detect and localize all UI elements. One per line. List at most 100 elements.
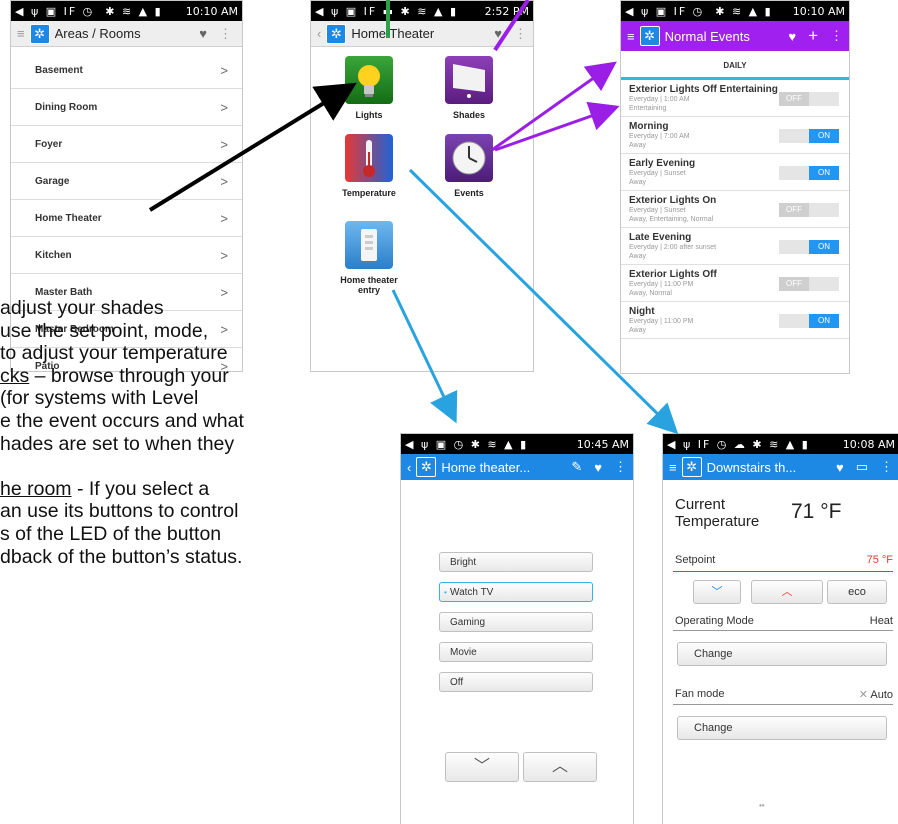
event-toggle[interactable]: ON <box>779 314 839 328</box>
event-row[interactable]: Night Everyday | 11:00 PM Away ON <box>621 302 849 339</box>
room-label: Master Bath <box>35 286 93 298</box>
line-text: s of the LED of the button <box>0 522 222 545</box>
overflow-menu-icon[interactable]: ⋮ <box>219 26 232 42</box>
event-toggle[interactable]: ON <box>779 129 839 143</box>
scene-button[interactable]: Off <box>439 672 593 692</box>
text-line: an use its buttons to control <box>0 500 385 523</box>
fan-mode-value: ✕ Auto <box>858 689 893 701</box>
text-line: s of the LED of the button <box>0 523 385 546</box>
overflow-menu-icon[interactable]: ⋮ <box>830 28 843 44</box>
tile-home-theater-entry[interactable]: Home theater entry <box>329 221 409 295</box>
fan-mode-change-button[interactable]: Change <box>677 716 887 740</box>
status-icons: ◀ ψ ▣ IF ▬ ✱ ≋ ▲ ▮ <box>315 4 458 18</box>
favorite-heart-icon[interactable]: ♥ <box>494 26 502 41</box>
room-row[interactable]: Dining Room > <box>11 89 242 126</box>
back-chevron-icon[interactable]: ‹ <box>407 460 411 475</box>
event-row[interactable]: Exterior Lights Off Everyday | 11:00 PM Aw… <box>621 265 849 302</box>
event-toggle[interactable]: ON <box>779 240 839 254</box>
room-row[interactable]: Basement > <box>11 52 242 89</box>
event-toggle[interactable]: ON <box>779 166 839 180</box>
event-row[interactable]: Exterior Lights On Everyday | Sunset Away,… <box>621 191 849 228</box>
tile-events[interactable]: Events <box>429 134 509 198</box>
text-line: use the set point, mode, <box>0 320 385 343</box>
back-chevron-icon[interactable]: ‹ <box>317 26 321 41</box>
thermostat-screen: ◀ ψ IF ◷ ☁ ✱ ≋ ▲ ▮ 10:08 AM ≡ ✲ Downstai… <box>662 433 898 824</box>
event-row[interactable]: Exterior Lights Off Entertaining Everyday… <box>621 80 849 117</box>
eco-button[interactable]: eco <box>827 580 887 604</box>
text-line: dback of the button’s status. <box>0 546 385 569</box>
drawer-icon[interactable]: ≡ <box>17 26 25 41</box>
line-text: an use its buttons to control <box>0 500 239 523</box>
event-row[interactable]: Late Evening Everyday | 2:00 after sunset… <box>621 228 849 265</box>
scene-button[interactable]: Bright <box>439 552 593 572</box>
status-bar: ◀ ψ ▣ IF ◷ ✱ ≋ ▲ ▮ 10:10 AM <box>621 1 849 21</box>
current-temperature-value: 71 °F <box>791 500 842 523</box>
drawer-icon[interactable]: ≡ <box>669 460 677 475</box>
text-line: to adjust your temperature <box>0 342 385 365</box>
app-bar: ≡ ✲ Areas / Rooms ♥ ⋮ <box>11 21 242 47</box>
setpoint-value: 75 °F <box>866 554 893 566</box>
tile-temperature[interactable]: Temperature <box>329 134 409 198</box>
drawer-icon[interactable]: ≡ <box>627 29 635 44</box>
status-time: 10:45 AM <box>576 437 629 451</box>
status-bar: ◀ ψ ▣ IF ◷ ✱ ≋ ▲ ▮ 10:10 AM <box>11 1 242 21</box>
room-row[interactable]: Kitchen > <box>11 237 242 274</box>
tile-shades[interactable]: Shades <box>429 56 509 120</box>
room-label: Basement <box>35 64 83 76</box>
instruction-text: adjust your shades use the set point, mod… <box>0 297 385 568</box>
toggle-state: ON <box>809 129 839 143</box>
event-row[interactable]: Early Evening Everyday | Sunset Away ON <box>621 154 849 191</box>
operating-mode-change-button[interactable]: Change <box>677 642 887 666</box>
text-line: hades are set to when they <box>0 433 385 456</box>
tile-lights[interactable]: Lights <box>329 56 409 120</box>
room-label: Dining Room <box>35 101 98 113</box>
line-text: (for systems with Level <box>0 387 199 410</box>
tile-label: Shades <box>452 110 485 120</box>
tile-label: Home theater entry <box>340 275 398 295</box>
chevron-right-icon: > <box>220 173 228 189</box>
schedule-icon[interactable]: ▭ <box>856 459 868 475</box>
setpoint-up-button[interactable]: ︿ <box>751 580 823 604</box>
favorite-heart-icon[interactable]: ♥ <box>836 460 844 475</box>
lower-button[interactable]: ﹀ <box>445 752 519 782</box>
toggle-state: ON <box>809 240 839 254</box>
scene-label: Off <box>450 677 464 688</box>
add-icon[interactable]: + <box>808 26 818 46</box>
setpoint-down-button[interactable]: ﹀ <box>693 580 741 604</box>
room-label: Garage <box>35 175 70 187</box>
overflow-menu-icon[interactable]: ⋮ <box>514 26 527 42</box>
favorite-heart-icon[interactable]: ♥ <box>594 460 602 475</box>
overflow-menu-icon[interactable]: ⋮ <box>614 459 627 475</box>
scene-label: Bright <box>450 557 477 568</box>
edit-pencil-icon[interactable]: ✎ <box>571 459 582 475</box>
raise-button[interactable]: ︿ <box>523 752 597 782</box>
event-toggle[interactable]: OFF <box>779 277 839 291</box>
room-row[interactable]: Garage > <box>11 163 242 200</box>
shades-icon <box>445 56 493 104</box>
scene-button[interactable]: • Watch TV <box>439 582 593 602</box>
status-time: 10:10 AM <box>792 4 845 18</box>
status-bar: ◀ ψ IF ◷ ☁ ✱ ≋ ▲ ▮ 10:08 AM <box>663 434 898 454</box>
room-row[interactable]: Home Theater > <box>11 200 242 237</box>
scene-button[interactable]: Movie <box>439 642 593 662</box>
toggle-state: ON <box>809 314 839 328</box>
status-time: 10:10 AM <box>185 4 238 18</box>
favorite-heart-icon[interactable]: ♥ <box>788 29 796 44</box>
app-logo-icon: ✲ <box>29 23 50 44</box>
app-logo-icon: ✲ <box>681 457 702 477</box>
tile-label: Temperature <box>342 188 396 198</box>
setpoint-label: Setpoint <box>675 554 716 566</box>
event-row[interactable]: Morning Everyday | 7:00 AM Away ON <box>621 117 849 154</box>
chevron-down-icon: ﹀ <box>473 758 490 775</box>
scene-button[interactable]: Gaming <box>439 612 593 632</box>
room-label: Kitchen <box>35 249 72 261</box>
room-row[interactable]: Foyer > <box>11 126 242 163</box>
overflow-menu-icon[interactable]: ⋮ <box>880 459 893 475</box>
favorite-heart-icon[interactable]: ♥ <box>199 26 207 41</box>
divider <box>673 571 893 572</box>
chevron-right-icon: > <box>220 62 228 78</box>
tile-label: Lights <box>355 110 383 120</box>
event-toggle[interactable]: OFF <box>779 203 839 217</box>
fan-icon: ✕ <box>858 689 868 701</box>
event-toggle[interactable]: OFF <box>779 92 839 106</box>
